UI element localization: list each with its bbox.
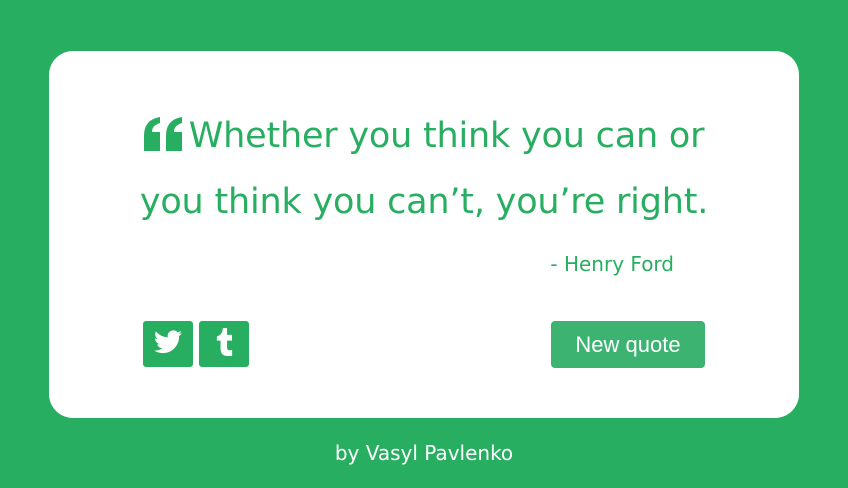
quote-card: Whether you think you can or you think y… [49,51,799,418]
new-quote-button[interactable]: New quote [551,321,705,368]
tumblr-button[interactable] [199,321,249,367]
quote-block: Whether you think you can or you think y… [119,105,729,233]
footer-credit: by Vasyl Pavlenko [334,441,514,465]
quote-author: - Henry Ford [550,252,674,276]
twitter-icon [154,330,182,358]
tweet-button[interactable] [143,321,193,367]
quote-icon [143,109,186,171]
quote-text: Whether you think you can or you think y… [139,116,709,222]
tumblr-icon [215,328,233,360]
